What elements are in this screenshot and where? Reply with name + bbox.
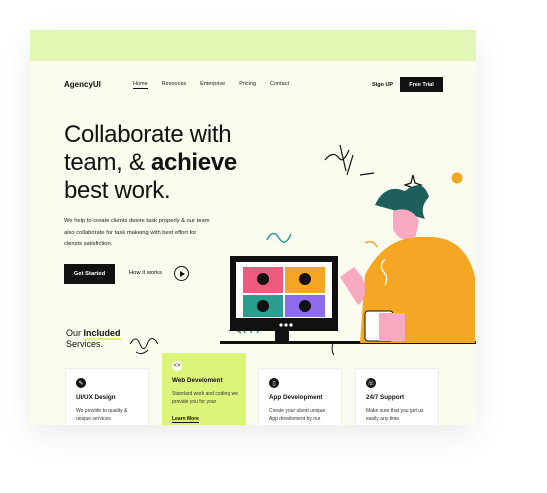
learn-more-link[interactable]: Learn More bbox=[172, 416, 199, 423]
services-title-prefix: Our bbox=[66, 328, 84, 338]
nav-link-resources[interactable]: Resouces bbox=[162, 81, 186, 89]
free-trial-button[interactable]: Free Trial bbox=[400, 77, 443, 92]
nav-link-home[interactable]: Home bbox=[133, 81, 148, 89]
nav-link-contact[interactable]: Contact bbox=[270, 81, 289, 89]
page-frame: AgencyUI Home Resouces Enterprise Pricin… bbox=[30, 30, 476, 425]
services-cards: ✎ UI/UX Design We provide to quality & u… bbox=[65, 353, 475, 425]
code-icon: <> bbox=[172, 361, 182, 371]
hero-line-1: Collaborate with bbox=[64, 121, 232, 148]
service-card-desc: We provide to quality & unique services bbox=[76, 408, 128, 422]
nav-link-enterprise[interactable]: Enterprise bbox=[200, 81, 225, 89]
hero-illustration bbox=[220, 144, 476, 355]
service-card-desc: Make sure that you get us easily any tim… bbox=[366, 408, 424, 422]
service-card-desc: Standard work and coding we provide you … bbox=[172, 391, 238, 405]
signup-link[interactable]: Sign UP bbox=[372, 82, 393, 88]
hero-line-2: team, & achieve bbox=[64, 149, 237, 177]
nav-link-pricing[interactable]: Pricing bbox=[239, 81, 256, 89]
services-title: Our Included Services. bbox=[66, 328, 121, 350]
services-title-suffix: Services. bbox=[66, 339, 104, 349]
support-icon: ☏ bbox=[366, 378, 376, 388]
service-card-app[interactable]: ▯ App Development Create your ubest uniq… bbox=[258, 368, 342, 425]
decor-dot-icon bbox=[451, 172, 463, 184]
service-card-desc: Create your ubest unique App develoment … bbox=[269, 408, 326, 422]
service-card-title: Web Develoment bbox=[172, 377, 223, 384]
how-it-works-link[interactable]: How it works bbox=[129, 270, 162, 276]
service-card-title: UI/UX Design bbox=[76, 394, 116, 401]
service-card-title: App Development bbox=[269, 394, 323, 401]
decor-squiggle-icon bbox=[266, 232, 292, 243]
design-icon: ✎ bbox=[76, 378, 86, 388]
play-icon[interactable] bbox=[174, 266, 189, 281]
hero-description: We help to create clients desire task pr… bbox=[64, 218, 210, 247]
logo[interactable]: AgencyUI bbox=[64, 80, 101, 89]
hero-line-3: best work. bbox=[64, 177, 171, 204]
services-scribble-icon bbox=[129, 338, 159, 355]
get-started-button[interactable]: Get Started bbox=[64, 264, 115, 284]
hero-heading: Collaborate with team, & achieve best wo… bbox=[64, 121, 237, 205]
hero-line-2-text: team, & bbox=[64, 149, 151, 176]
cable-icon bbox=[331, 342, 354, 355]
top-banner bbox=[30, 30, 476, 61]
mobile-icon: ▯ bbox=[269, 378, 279, 388]
person-icon bbox=[340, 185, 475, 343]
navbar: AgencyUI Home Resouces Enterprise Pricin… bbox=[30, 74, 476, 94]
nav-links: Home Resouces Enterprise Pricing Contact bbox=[133, 81, 289, 89]
decor-scribble-icon bbox=[324, 144, 423, 196]
service-card-support[interactable]: ☏ 24/7 Support Make sure that you get us… bbox=[355, 368, 439, 425]
decor-squiggle2-icon bbox=[364, 240, 378, 248]
service-card-web[interactable]: <> Web Develoment Standard work and codi… bbox=[162, 353, 246, 425]
service-card-title: 24/7 Support bbox=[366, 394, 405, 401]
service-card-uiux[interactable]: ✎ UI/UX Design We provide to quality & u… bbox=[65, 368, 149, 425]
